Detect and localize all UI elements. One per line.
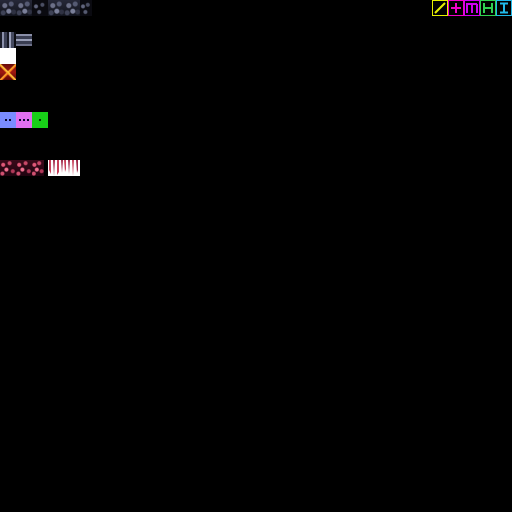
crystal-tile[interactable]: [0, 160, 16, 176]
green-dot-block-tile[interactable]: [32, 112, 48, 128]
rock-tile[interactable]: [64, 0, 80, 16]
crystal-tile[interactable]: [16, 160, 32, 176]
plus-tool-button[interactable]: [448, 0, 464, 16]
tileset-canvas[interactable]: [0, 0, 512, 512]
pipe-tile[interactable]: [16, 32, 32, 48]
dot-icon: [32, 112, 48, 128]
m-tool-button[interactable]: [464, 0, 480, 16]
blue-dot-block-tile[interactable]: [0, 112, 16, 128]
spikes-icon: [64, 160, 78, 176]
dots-icon: [16, 112, 32, 128]
white-block-tile[interactable]: [0, 48, 16, 64]
rock-tile[interactable]: [48, 0, 64, 16]
i-icon: [500, 2, 508, 14]
pencil-tool-button[interactable]: [432, 0, 448, 16]
pencil-icon: [434, 2, 446, 14]
rock-tile[interactable]: [32, 0, 48, 16]
h-tool-button[interactable]: [480, 0, 496, 16]
dots-icon: [0, 112, 16, 128]
m-icon: [466, 3, 478, 13]
crystal-tile[interactable]: [32, 160, 44, 176]
h-icon: [483, 3, 493, 13]
rock-tile[interactable]: [16, 0, 32, 16]
spikes-tile[interactable]: [48, 160, 64, 176]
pillar-tile[interactable]: [0, 32, 16, 48]
magenta-dot-block-tile[interactable]: [16, 112, 32, 128]
i-tool-button[interactable]: [496, 0, 512, 16]
rock-tile[interactable]: [80, 0, 92, 16]
rock-tile[interactable]: [0, 0, 16, 16]
lava-tile[interactable]: [0, 64, 16, 80]
spikes-icon: [49, 160, 63, 176]
spikes-tile[interactable]: [64, 160, 80, 176]
plus-icon: [451, 3, 461, 13]
